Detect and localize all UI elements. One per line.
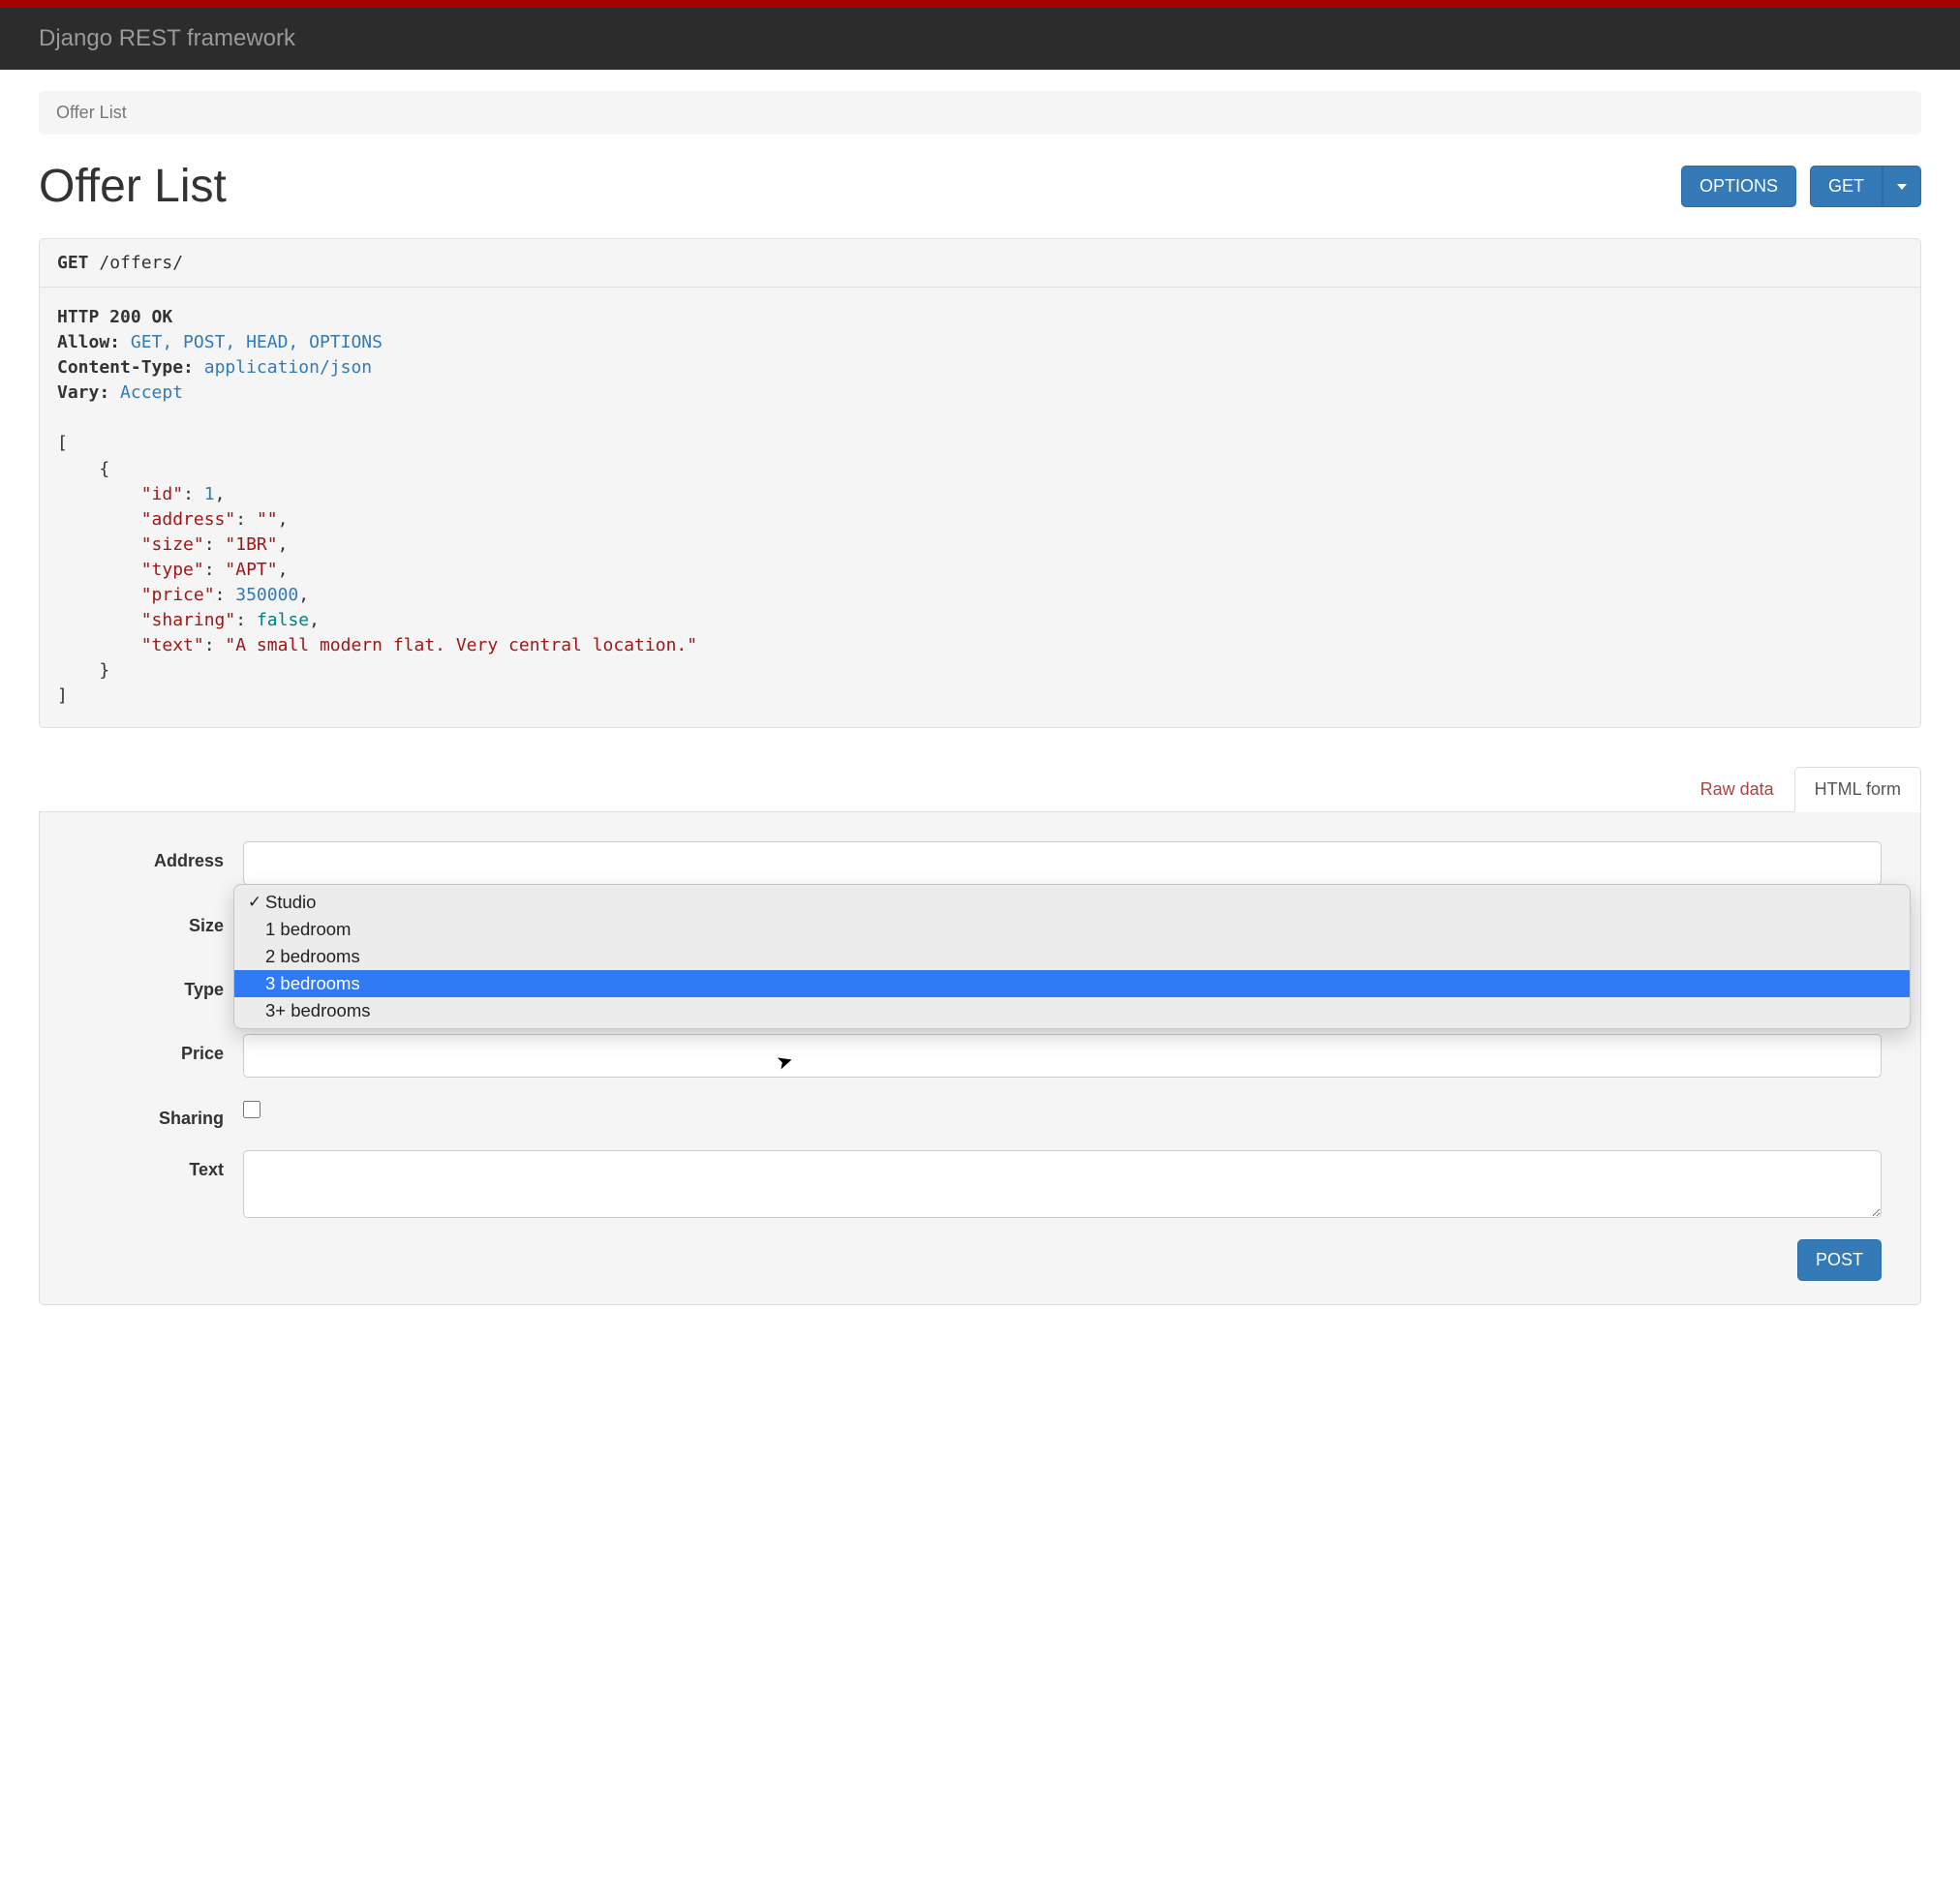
size-option-3br[interactable]: 3 bedrooms (234, 970, 1910, 997)
form-tabs: Raw data HTML form (39, 767, 1921, 812)
type-label: Type (78, 970, 243, 1000)
get-button-group: GET (1810, 166, 1921, 207)
json-val-type: "APT" (225, 560, 277, 580)
allow-header-key: Allow: (57, 332, 120, 352)
json-key-type: "type" (141, 560, 204, 580)
get-dropdown-toggle[interactable] (1883, 166, 1921, 207)
vary-value: Accept (120, 382, 183, 403)
vary-key: Vary: (57, 382, 109, 403)
address-input[interactable] (243, 841, 1882, 885)
address-label: Address (78, 841, 243, 871)
json-key-price: "price" (141, 585, 215, 605)
request-line: GET /offers/ (39, 238, 1921, 288)
size-option-1br[interactable]: 1 bedroom (234, 916, 1910, 943)
json-key-text: "text" (141, 635, 204, 655)
tab-html-form[interactable]: HTML form (1794, 767, 1921, 812)
json-val-id: 1 (204, 484, 215, 504)
option-label: 2 bedrooms (265, 946, 360, 967)
breadcrumb: Offer List (39, 91, 1921, 135)
form-panel: Address Size Type Price Sharing Text POS… (39, 812, 1921, 1305)
caret-down-icon (1897, 184, 1907, 190)
json-val-address: "" (257, 509, 278, 530)
option-label: 3+ bedrooms (265, 1000, 371, 1021)
header-buttons: OPTIONS GET (1681, 166, 1921, 207)
size-option-3plus[interactable]: 3+ bedrooms (234, 997, 1910, 1024)
option-label: 3 bedrooms (265, 973, 360, 994)
size-option-2br[interactable]: 2 bedrooms (234, 943, 1910, 970)
price-label: Price (78, 1034, 243, 1064)
tab-raw-data[interactable]: Raw data (1680, 767, 1794, 812)
top-strip (0, 0, 1960, 8)
text-textarea[interactable] (243, 1150, 1882, 1218)
option-label: 1 bedroom (265, 919, 351, 940)
json-val-size: "1BR" (225, 534, 277, 555)
response-box: HTTP 200 OK Allow: GET, POST, HEAD, OPTI… (39, 288, 1921, 728)
json-val-sharing: false (257, 610, 309, 630)
page-title: Offer List (39, 160, 227, 213)
price-input[interactable] (243, 1034, 1882, 1078)
get-button[interactable]: GET (1810, 166, 1883, 207)
status-line: HTTP 200 OK (57, 307, 172, 327)
text-label: Text (78, 1150, 243, 1180)
check-icon: ✓ (244, 893, 265, 912)
content-type-value: application/json (204, 357, 372, 378)
json-val-price: 350000 (235, 585, 298, 605)
post-button[interactable]: POST (1797, 1239, 1882, 1281)
allow-header-value: GET, POST, HEAD, OPTIONS (131, 332, 383, 352)
json-key-size: "size" (141, 534, 204, 555)
content-type-key: Content-Type: (57, 357, 194, 378)
json-key-sharing: "sharing" (141, 610, 236, 630)
sharing-label: Sharing (78, 1099, 243, 1129)
json-key-address: "address" (141, 509, 236, 530)
option-label: Studio (265, 892, 316, 913)
breadcrumb-item[interactable]: Offer List (56, 103, 127, 122)
request-path: /offers/ (99, 253, 183, 273)
navbar: Django REST framework (0, 8, 1960, 70)
request-method: GET (57, 253, 89, 273)
json-val-text: "A small modern flat. Very central locat… (225, 635, 697, 655)
size-label: Size (78, 906, 243, 936)
sharing-checkbox[interactable] (243, 1101, 260, 1118)
size-option-studio[interactable]: ✓ Studio (234, 889, 1910, 916)
json-key-id: "id" (141, 484, 183, 504)
size-dropdown-list: ✓ Studio 1 bedroom 2 bedrooms 3 bedrooms… (233, 884, 1911, 1029)
options-button[interactable]: OPTIONS (1681, 166, 1796, 207)
brand-title[interactable]: Django REST framework (39, 25, 295, 51)
